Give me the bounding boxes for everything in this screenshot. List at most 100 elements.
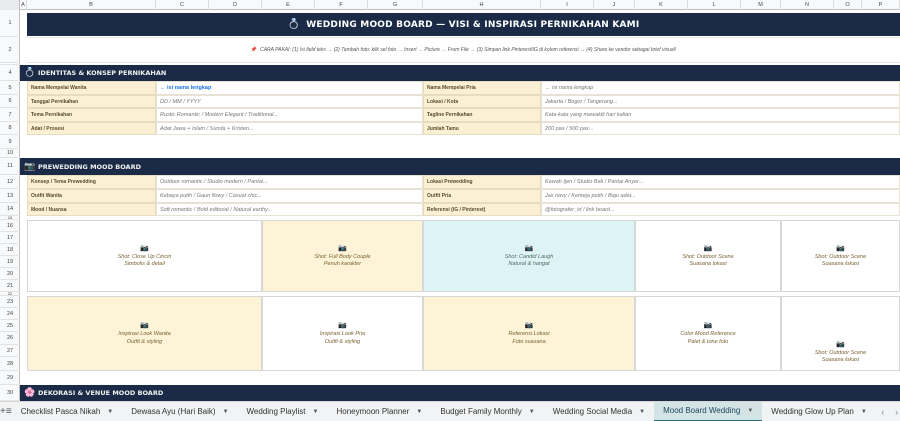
tagline-field[interactable]: Kata-kata yang mewakili hari kalian [541, 108, 900, 122]
column-header-bar: A B C D E F G H I J K L M N O P [0, 0, 900, 10]
photo-tile[interactable]: 📷 Shot: Candid Laugh Natural & hangat [423, 220, 635, 292]
row-header[interactable]: 7 [0, 108, 20, 122]
column-header-i[interactable]: I [541, 0, 594, 10]
row-header[interactable]: 23 [0, 296, 20, 308]
chevron-down-icon[interactable]: ▼ [747, 408, 753, 414]
sheet-tab[interactable]: Budget Family Monthly ▼ [431, 402, 543, 421]
prewedding-concept-field[interactable]: Outdoor romantic / Studio modern / Panta… [156, 175, 423, 189]
row-header[interactable]: 10 [0, 149, 20, 158]
photo-tile[interactable]: 📷 Shot: Outdoor Scene Suasana lokasi [781, 220, 900, 292]
column-header-b[interactable]: B [27, 0, 156, 10]
row-header[interactable]: 26 [0, 332, 20, 345]
sheet-tab-active[interactable]: Mood Board Wedding ▼ [654, 401, 763, 421]
tile-subtitle: Natural & hangat [508, 261, 550, 268]
column-header-c[interactable]: C [156, 0, 209, 10]
row-header[interactable]: 2 [0, 37, 20, 63]
photo-tile[interactable]: 📷 Shot: Close Up Cincin Simbolis & detai… [27, 220, 262, 292]
section-header-dekorasi[interactable]: 🌸 DEKORASI & VENUE MOOD BOARD [20, 385, 900, 401]
chevron-down-icon[interactable]: ▼ [861, 409, 867, 415]
select-all-corner[interactable] [0, 0, 20, 10]
photo-tile[interactable]: 📷 Inspirasi Look Pria Outfit & styling [262, 296, 423, 371]
location-field[interactable]: Jakarta / Bogor / Tangerang... [541, 95, 900, 108]
chevron-down-icon[interactable]: ▼ [223, 409, 229, 415]
row-header[interactable]: 6 [0, 95, 20, 108]
row-header[interactable]: 17 [0, 232, 20, 244]
column-header-o[interactable]: O [834, 0, 862, 10]
photo-tile[interactable]: 📷 Inspirasi Look Wanita Outfit & styling [27, 296, 262, 371]
groom-outfit-field[interactable]: Jas navy / Kemeja putih / Baju adat... [541, 189, 900, 203]
row-header[interactable]: 19 [0, 256, 20, 268]
mood-field[interactable]: Soft romantic / Bold editorial / Natural… [156, 203, 423, 216]
sheet-tab[interactable]: Wedding Playlist ▼ [238, 402, 328, 421]
row-header[interactable]: 13 [0, 189, 20, 203]
column-header-e[interactable]: E [262, 0, 315, 10]
chevron-down-icon[interactable]: ▼ [107, 409, 113, 415]
field-label: Outfit Wanita [27, 189, 156, 203]
photo-tile[interactable]: 📷 Shot: Outdoor Scene Suasana lokasi [781, 296, 900, 371]
chevron-right-icon[interactable]: › [890, 407, 900, 417]
section-title: IDENTITAS & KONSEP PERNIKAHAN [38, 69, 167, 77]
section-header-prewedding[interactable]: 📷 PREWEDDING MOOD BOARD [20, 158, 900, 175]
bride-name-field[interactable]: ← isi nama lengkap [156, 81, 423, 95]
photo-tile[interactable]: 📷 Shot: Full Body Couple Penuh karakter [262, 220, 423, 292]
chevron-down-icon[interactable]: ▼ [529, 409, 535, 415]
field-label: Mood / Nuansa [27, 203, 156, 216]
row-header[interactable]: 5 [0, 81, 20, 95]
chevron-down-icon[interactable]: ▼ [313, 409, 319, 415]
section-title: DEKORASI & VENUE MOOD BOARD [38, 389, 164, 397]
tile-subtitle: Suasana lokasi [689, 261, 727, 268]
column-header-k[interactable]: K [635, 0, 688, 10]
column-header-n[interactable]: N [781, 0, 834, 10]
column-header-d[interactable]: D [209, 0, 262, 10]
instructions-note[interactable]: 📌 CARA PAKAI: (1) Isi field teks → (2) T… [27, 37, 900, 63]
chevron-down-icon[interactable]: ▼ [639, 409, 645, 415]
row-header[interactable]: 27 [0, 345, 20, 357]
row-header[interactable]: 4 [0, 65, 20, 81]
tab-label: Checklist Pasca Nikah [20, 407, 101, 416]
theme-field[interactable]: Rustic Romantic / Modern Elegant / Tradi… [156, 108, 423, 122]
row-header[interactable]: 29 [0, 371, 20, 385]
sheet-tab[interactable]: Honeymoon Planner ▼ [327, 402, 431, 421]
custom-field[interactable]: Adat Jawa + Islam / Sunda + Kristen... [156, 122, 423, 135]
column-header-f[interactable]: F [315, 0, 368, 10]
photo-tile[interactable]: 📷 Shot: Outdoor Scene Suasana lokasi [635, 220, 781, 292]
sheet-tab[interactable]: Wedding Social Media ▼ [544, 402, 654, 421]
column-header-m[interactable]: M [741, 0, 781, 10]
row-header[interactable]: 16 [0, 220, 20, 232]
column-header-h[interactable]: H [423, 0, 541, 10]
column-header-a[interactable]: A [20, 0, 27, 10]
sheet-tab[interactable]: Wedding Glow Up Plan ▼ [762, 402, 876, 421]
row-header[interactable]: 8 [0, 122, 20, 135]
bride-outfit-field[interactable]: Kebaya putih / Gaun flowy / Casual chic.… [156, 189, 423, 203]
column-header-g[interactable]: G [368, 0, 423, 10]
guest-count-field[interactable]: 200 pax / 500 pax... [541, 122, 900, 135]
photo-tile[interactable]: 📷 Color Mood Reference Palet & tone foto [635, 296, 781, 371]
chevron-left-icon[interactable]: ‹ [876, 407, 890, 417]
row-header[interactable]: 11 [0, 158, 20, 175]
photo-tile[interactable]: 📷 Referensi Lokasi Foto suasana [423, 296, 635, 371]
camera-icon: 📷 [140, 322, 149, 330]
column-header-j[interactable]: J [594, 0, 635, 10]
row-header[interactable]: 25 [0, 320, 20, 332]
row-header[interactable]: 18 [0, 244, 20, 256]
reference-field[interactable]: @fotografer_id / link board... [541, 203, 900, 216]
section-header-identitas[interactable]: 💍 IDENTITAS & KONSEP PERNIKAHAN [20, 65, 900, 81]
row-header[interactable]: 9 [0, 135, 20, 149]
row-header[interactable]: 12 [0, 175, 20, 189]
column-header-l[interactable]: L [688, 0, 741, 10]
row-header[interactable]: 28 [0, 357, 20, 371]
wedding-date-field[interactable]: DD / MM / YYYY [156, 95, 423, 108]
row-header[interactable]: 30 [0, 385, 20, 401]
title-banner[interactable]: 💍 WEDDING MOOD BOARD — VISI & INSPIRASI … [27, 13, 900, 36]
sheet-tab[interactable]: Checklist Pasca Nikah ▼ [12, 402, 123, 421]
prewedding-location-field[interactable]: Kawah Ijen / Studio Bali / Pantai Anyer.… [541, 175, 900, 189]
column-header-p[interactable]: P [862, 0, 900, 10]
row-header[interactable]: 24 [0, 308, 20, 320]
field-label: Lokasi / Kota [423, 95, 541, 108]
chevron-down-icon[interactable]: ▼ [416, 409, 422, 415]
sheet-tab[interactable]: Dewasa Ayu (Hari Baik) ▼ [122, 402, 237, 421]
row-header[interactable]: 1 [0, 10, 20, 37]
tab-label: Wedding Social Media [552, 407, 633, 416]
groom-name-field[interactable]: ← isi nama lengkap [541, 81, 900, 95]
row-header[interactable]: 20 [0, 268, 20, 280]
